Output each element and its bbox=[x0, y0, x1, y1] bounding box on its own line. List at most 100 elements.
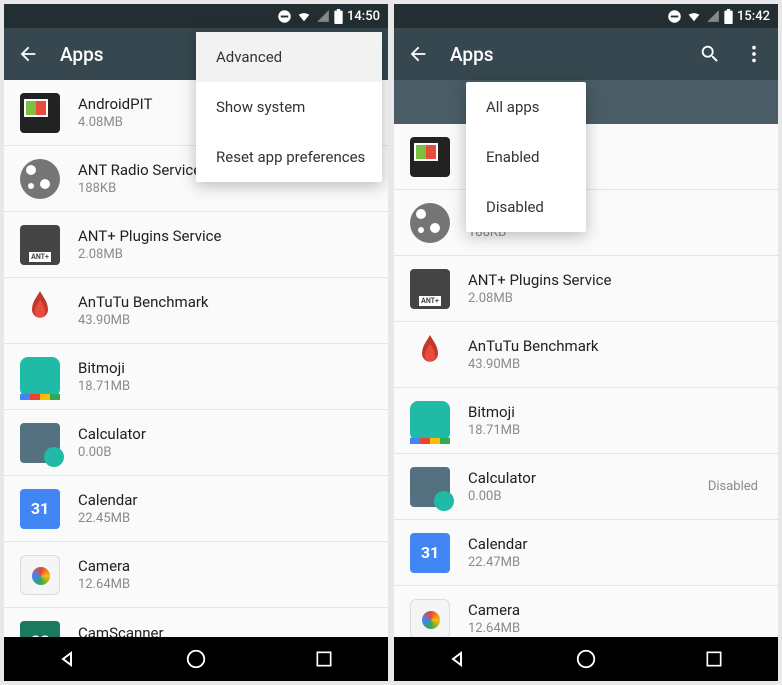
app-name: CamScanner bbox=[78, 624, 372, 638]
nav-home-icon[interactable] bbox=[573, 646, 599, 672]
status-bar: 14:50 bbox=[4, 4, 388, 28]
app-size: 18.71MB bbox=[78, 379, 372, 394]
app-name: ANT+ Plugins Service bbox=[78, 227, 372, 245]
app-info: Camera 12.64MB bbox=[78, 557, 372, 592]
app-size: 2.08MB bbox=[78, 247, 372, 262]
signal-icon bbox=[316, 9, 330, 23]
filter-dropdown: All apps Enabled Disabled bbox=[466, 82, 586, 232]
app-row[interactable]: Calculator0.00B Disabled bbox=[394, 454, 778, 520]
menu-show-system[interactable]: Show system bbox=[196, 82, 382, 132]
filter-enabled[interactable]: Enabled bbox=[466, 132, 586, 182]
nav-back-icon[interactable] bbox=[55, 646, 81, 672]
app-status: Disabled bbox=[708, 479, 758, 494]
app-row[interactable]: Calculator0.00B bbox=[4, 410, 388, 476]
left-screenshot: 14:50 Apps AndroidPIT4.08MBANT Radio Ser… bbox=[4, 4, 388, 681]
app-name: Bitmoji bbox=[468, 403, 762, 421]
app-size: 2.08MB bbox=[468, 291, 762, 306]
filter-all-apps[interactable]: All apps bbox=[466, 82, 586, 132]
app-row[interactable]: Camera 12.64MB bbox=[394, 586, 778, 637]
app-info: AnTuTu Benchmark 43.90MB bbox=[468, 337, 762, 372]
app-info: ANT+ Plugins Service 2.08MB bbox=[78, 227, 372, 262]
app-name: AnTuTu Benchmark bbox=[78, 293, 372, 311]
nav-recent-icon[interactable] bbox=[701, 646, 727, 672]
app-name: Bitmoji bbox=[78, 359, 372, 377]
app-icon bbox=[410, 401, 450, 441]
app-icon bbox=[20, 225, 60, 265]
nav-bar bbox=[394, 637, 778, 681]
app-list[interactable]: ervice188KB ANT+ Plugins Service 2.08MB AnT… bbox=[394, 124, 778, 637]
page-title: Apps bbox=[450, 43, 678, 66]
app-row[interactable]: Bitmoji 18.71MB bbox=[4, 344, 388, 410]
menu-reset-prefs[interactable]: Reset app preferences bbox=[196, 132, 382, 182]
app-icon bbox=[20, 357, 60, 397]
app-info: ANT+ Plugins Service 2.08MB bbox=[468, 271, 762, 306]
nav-bar bbox=[4, 637, 388, 681]
app-size: 12.64MB bbox=[78, 577, 372, 592]
app-name: Calculator bbox=[468, 469, 690, 487]
app-name: ANT+ Plugins Service bbox=[468, 271, 762, 289]
filter-disabled[interactable]: Disabled bbox=[466, 182, 586, 232]
app-icon bbox=[20, 291, 60, 331]
battery-icon bbox=[724, 9, 733, 24]
app-row[interactable]: ANT+ Plugins Service 2.08MB bbox=[394, 256, 778, 322]
app-size: 12.64MB bbox=[468, 621, 762, 636]
app-row[interactable]: CS CamScanner20.06MB bbox=[4, 608, 388, 637]
app-icon bbox=[410, 335, 450, 375]
app-size: 22.45MB bbox=[78, 511, 372, 526]
app-row[interactable]: AnTuTu Benchmark 43.90MB bbox=[4, 278, 388, 344]
wifi-icon bbox=[686, 9, 702, 23]
app-icon: CS bbox=[20, 621, 60, 637]
filter-bar[interactable]: All apps bbox=[394, 80, 778, 124]
app-icon bbox=[410, 599, 450, 638]
app-info: Camera 12.64MB bbox=[468, 601, 762, 636]
app-size: 188KB bbox=[78, 181, 372, 196]
menu-advanced[interactable]: Advanced bbox=[196, 32, 382, 82]
app-icon bbox=[410, 467, 450, 507]
app-size: 43.90MB bbox=[468, 357, 762, 372]
app-icon bbox=[20, 423, 60, 463]
app-row[interactable]: Camera 12.64MB bbox=[4, 542, 388, 608]
dnd-icon bbox=[667, 9, 682, 24]
nav-home-icon[interactable] bbox=[183, 646, 209, 672]
nav-recent-icon[interactable] bbox=[311, 646, 337, 672]
app-icon bbox=[410, 203, 450, 243]
overflow-icon[interactable] bbox=[742, 42, 766, 66]
nav-back-icon[interactable] bbox=[445, 646, 471, 672]
app-info: Bitmoji 18.71MB bbox=[78, 359, 372, 394]
app-name: Calculator bbox=[78, 425, 372, 443]
app-size: 22.47MB bbox=[468, 555, 762, 570]
app-row[interactable] bbox=[394, 124, 778, 190]
app-name: Camera bbox=[78, 557, 372, 575]
search-icon[interactable] bbox=[698, 42, 722, 66]
overflow-menu: Advanced Show system Reset app preferenc… bbox=[196, 32, 382, 182]
status-bar: 15:42 bbox=[394, 4, 778, 28]
app-row[interactable]: 31 Calendar 22.47MB bbox=[394, 520, 778, 586]
app-name: Camera bbox=[468, 601, 762, 619]
app-row[interactable]: ervice188KB bbox=[394, 190, 778, 256]
app-icon bbox=[20, 93, 60, 133]
app-row[interactable]: AnTuTu Benchmark 43.90MB bbox=[394, 322, 778, 388]
app-info: Calculator0.00B bbox=[468, 469, 690, 504]
back-icon[interactable] bbox=[16, 42, 40, 66]
app-icon bbox=[20, 555, 60, 595]
app-size: 43.90MB bbox=[78, 313, 372, 328]
dnd-icon bbox=[277, 9, 292, 24]
app-name: AnTuTu Benchmark bbox=[468, 337, 762, 355]
app-info: Calculator0.00B bbox=[78, 425, 372, 460]
battery-icon bbox=[334, 9, 343, 24]
status-time: 14:50 bbox=[347, 9, 380, 24]
app-icon bbox=[410, 269, 450, 309]
app-info: Bitmoji18.71MB bbox=[468, 403, 762, 438]
back-icon[interactable] bbox=[406, 42, 430, 66]
signal-icon bbox=[706, 9, 720, 23]
app-name: Calendar bbox=[468, 535, 762, 553]
app-info: AnTuTu Benchmark 43.90MB bbox=[78, 293, 372, 328]
app-row[interactable]: ANT+ Plugins Service 2.08MB bbox=[4, 212, 388, 278]
app-row[interactable]: Bitmoji18.71MB bbox=[394, 388, 778, 454]
status-time: 15:42 bbox=[737, 9, 770, 24]
app-info: Calendar22.45MB bbox=[78, 491, 372, 526]
app-icon: 31 bbox=[410, 533, 450, 573]
wifi-icon bbox=[296, 9, 312, 23]
app-row[interactable]: 31Calendar22.45MB bbox=[4, 476, 388, 542]
app-info: CamScanner20.06MB bbox=[78, 624, 372, 638]
